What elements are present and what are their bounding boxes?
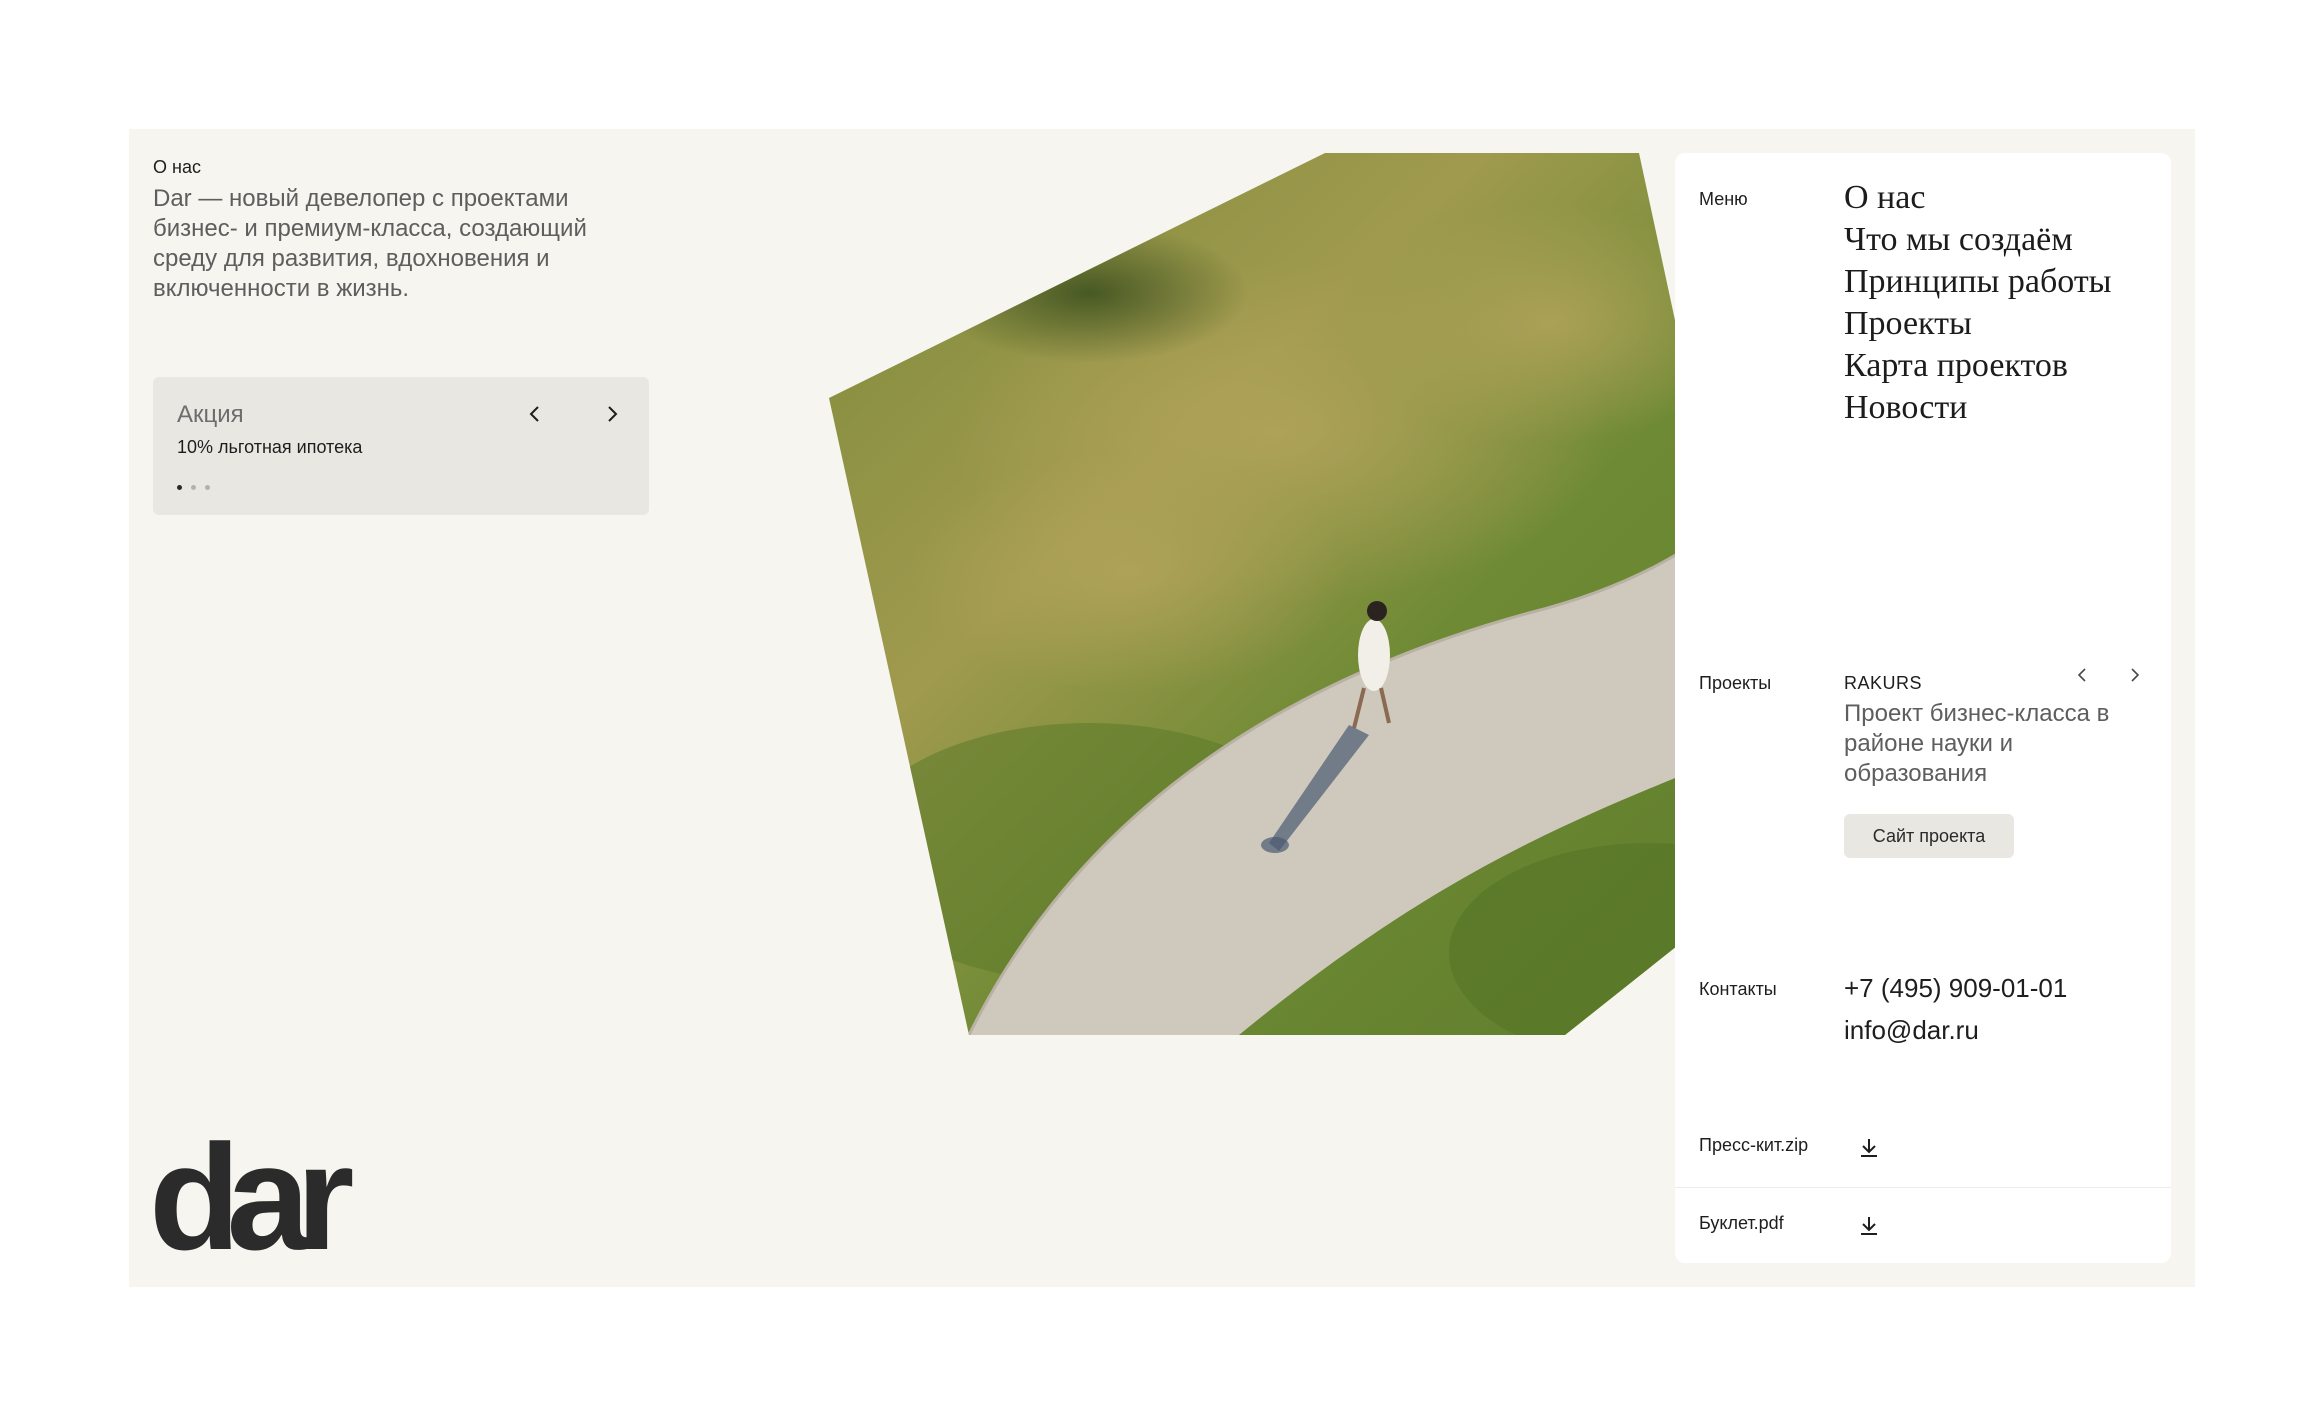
divider	[1675, 1187, 2171, 1188]
contact-phone[interactable]: +7 (495) 909-01-01	[1844, 973, 2067, 1004]
projects-label: Проекты	[1699, 673, 1772, 693]
svg-text:dar: dar	[153, 1139, 353, 1259]
download-label: Буклет.pdf	[1699, 1213, 1784, 1233]
chevron-left-icon[interactable]	[2068, 661, 2096, 689]
slide-dot[interactable]	[177, 485, 182, 490]
about-text: Dar — новый девелопер с проектами бизнес…	[153, 185, 587, 302]
menu-item-principles[interactable]: Принципы работы	[1844, 261, 2112, 303]
project-site-button[interactable]: Сайт проекта	[1844, 814, 2014, 858]
menu-item-what-we-create[interactable]: Что мы создаём	[1844, 219, 2112, 261]
dar-logo[interactable]: dar	[153, 1139, 373, 1259]
chevron-right-icon[interactable]	[597, 399, 627, 429]
contacts-label: Контакты	[1699, 979, 1777, 999]
download-icon[interactable]	[1855, 1133, 1883, 1161]
menu-item-news[interactable]: Новости	[1844, 387, 2112, 429]
promo-title: Акция	[177, 401, 244, 428]
project-description: Проект бизнес-класса в районе науки и об…	[1844, 700, 2110, 787]
menu-item-projects-map[interactable]: Карта проектов	[1844, 345, 2112, 387]
chevron-left-icon[interactable]	[520, 399, 550, 429]
hero-photo	[829, 153, 1765, 1035]
slide-dot[interactable]	[191, 485, 196, 490]
about-section: О нас Dar — новый девелопер с проектами …	[153, 157, 653, 304]
contact-email[interactable]: info@dar.ru	[1844, 1015, 1979, 1046]
promo-subtitle: 10% льготная ипотека	[177, 437, 363, 457]
menu-item-about[interactable]: О нас	[1844, 177, 2112, 219]
download-row[interactable]: Буклет.pdf	[1675, 1197, 2171, 1257]
slide-dots	[177, 485, 210, 490]
menu-label: Меню	[1699, 189, 1748, 209]
about-label: О нас	[153, 157, 201, 177]
slide-dot[interactable]	[205, 485, 210, 490]
download-icon[interactable]	[1855, 1211, 1883, 1239]
promo-card: Акция 10% льготная ипотека	[153, 377, 649, 515]
menu-item-projects[interactable]: Проекты	[1844, 303, 2112, 345]
download-row[interactable]: Пресс-кит.zip	[1675, 1119, 2171, 1179]
page-frame: О нас Dar — новый девелопер с проектами …	[129, 129, 2195, 1287]
side-panel: Меню О нас Что мы создаём Принципы работ…	[1675, 153, 2171, 1263]
project-name: RAKURS	[1844, 673, 1923, 693]
download-label: Пресс-кит.zip	[1699, 1135, 1809, 1155]
chevron-right-icon[interactable]	[2121, 661, 2149, 689]
main-menu: О нас Что мы создаём Принципы работы Про…	[1844, 177, 2112, 429]
